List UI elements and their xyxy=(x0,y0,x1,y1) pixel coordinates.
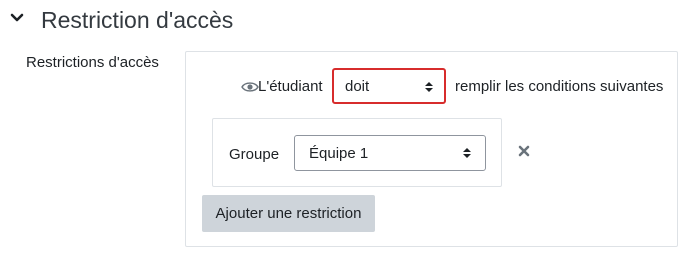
close-icon[interactable] xyxy=(517,144,531,158)
group-label: Groupe xyxy=(229,146,280,163)
chevron-down-icon[interactable] xyxy=(9,10,25,26)
add-restriction-button[interactable]: Ajouter une restriction xyxy=(202,195,375,232)
must-select[interactable]: doit xyxy=(332,68,446,104)
section-header: Restriction d'accès xyxy=(0,0,689,40)
student-prefix-text: L'étudiant xyxy=(258,78,323,95)
conditions-suffix-text: remplir les conditions suivantes xyxy=(455,78,664,95)
must-select-value: doit xyxy=(345,78,370,95)
section-title[interactable]: Restriction d'accès xyxy=(41,5,233,35)
select-arrows-icon xyxy=(425,82,433,92)
group-select-value: Équipe 1 xyxy=(309,145,369,162)
eye-icon[interactable] xyxy=(241,81,259,93)
group-select[interactable]: Équipe 1 xyxy=(294,135,486,171)
select-arrows-icon xyxy=(463,148,471,158)
field-label: Restrictions d'accès xyxy=(26,54,159,71)
